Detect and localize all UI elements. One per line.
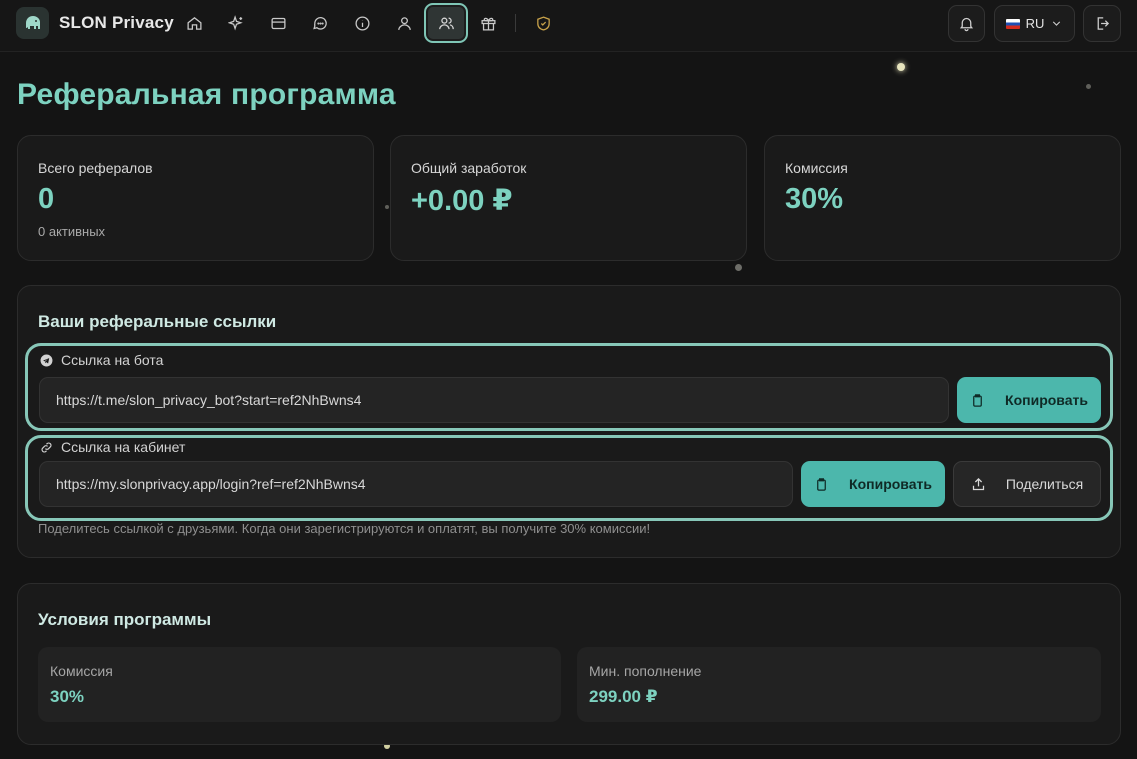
program-conditions-panel: Условия программы Комиссия 30% Мин. попо… [17, 583, 1121, 745]
share-icon [971, 477, 986, 492]
commission-label: Комиссия [785, 160, 848, 176]
cabinet-link-label: Ссылка на кабинет [61, 439, 186, 455]
copy-cabinet-link-label: Копировать [849, 476, 932, 492]
referral-hint: Поделитесь ссылкой с друзьями. Когда они… [38, 521, 651, 536]
commission-card: Комиссия 30% [764, 135, 1121, 261]
clipboard-icon [970, 393, 985, 408]
language-label: RU [1025, 16, 1045, 31]
top-navigation-bar: SLON Privacy RU [0, 0, 1137, 52]
notifications-button[interactable] [948, 5, 985, 42]
total-earnings-value: +0.00 ₽ [411, 185, 513, 217]
cabinet-link-label-row: Ссылка на кабинет [40, 439, 185, 455]
user-icon[interactable] [389, 8, 419, 38]
share-label: Поделиться [1005, 476, 1084, 492]
total-referrals-label: Всего рефералов [38, 160, 153, 176]
referral-links-title: Ваши реферальные ссылки [38, 312, 277, 331]
home-icon[interactable] [179, 8, 209, 38]
bot-link-field[interactable]: https://t.me/slon_privacy_bot?start=ref2… [39, 377, 949, 423]
copy-cabinet-link-button[interactable]: Копировать [801, 461, 945, 507]
cabinet-link-field[interactable]: https://my.slonprivacy.app/login?ref=ref… [39, 461, 793, 507]
condition-commission-value: 30% [50, 687, 85, 706]
sparkles-icon[interactable] [221, 8, 251, 38]
clipboard-icon [814, 477, 829, 492]
program-conditions-title: Условия программы [38, 610, 212, 629]
total-referrals-value: 0 [38, 183, 55, 215]
gift-icon[interactable] [473, 8, 503, 38]
total-referrals-card: Всего рефералов 0 0 активных [17, 135, 374, 261]
chat-icon[interactable] [305, 8, 335, 38]
bot-link-label: Ссылка на бота [61, 352, 164, 368]
condition-min-topup: Мин. пополнение 299.00 ₽ [577, 647, 1101, 722]
logout-icon [1094, 15, 1111, 32]
nav-divider [515, 14, 516, 32]
share-button[interactable]: Поделиться [953, 461, 1101, 507]
link-icon [40, 441, 53, 454]
elephant-logo-icon[interactable] [16, 7, 49, 39]
total-earnings-card: Общий заработок +0.00 ₽ [390, 135, 747, 261]
shield-icon[interactable] [528, 8, 558, 38]
brand-name: SLON Privacy [59, 13, 174, 32]
total-earnings-label: Общий заработок [411, 160, 527, 176]
telegram-icon [40, 354, 53, 367]
condition-min-topup-label: Мин. пополнение [589, 663, 702, 679]
users-icon[interactable] [424, 3, 468, 43]
condition-min-topup-value: 299.00 ₽ [589, 687, 658, 706]
condition-commission: Комиссия 30% [38, 647, 561, 722]
page-title: Реферальная программа [17, 78, 396, 111]
copy-bot-link-button[interactable]: Копировать [957, 377, 1101, 423]
credit-card-icon[interactable] [263, 8, 293, 38]
condition-commission-label: Комиссия [50, 663, 113, 679]
russia-flag-icon [1005, 18, 1020, 29]
bot-link-label-row: Ссылка на бота [40, 352, 163, 368]
referral-links-panel: Ваши реферальные ссылки Ссылка на бота h… [17, 285, 1121, 558]
logout-button[interactable] [1083, 5, 1121, 42]
info-icon[interactable] [347, 8, 377, 38]
active-referrals-count: 0 активных [38, 224, 106, 239]
language-selector[interactable]: RU [994, 5, 1075, 42]
commission-value: 30% [785, 183, 844, 215]
copy-bot-link-label: Копировать [1005, 392, 1088, 408]
bell-icon [958, 15, 975, 32]
chevron-down-icon [1050, 17, 1063, 30]
bot-link-group: Ссылка на бота https://t.me/slon_privacy… [25, 343, 1113, 431]
cabinet-link-group: Ссылка на кабинет https://my.slonprivacy… [25, 435, 1113, 521]
